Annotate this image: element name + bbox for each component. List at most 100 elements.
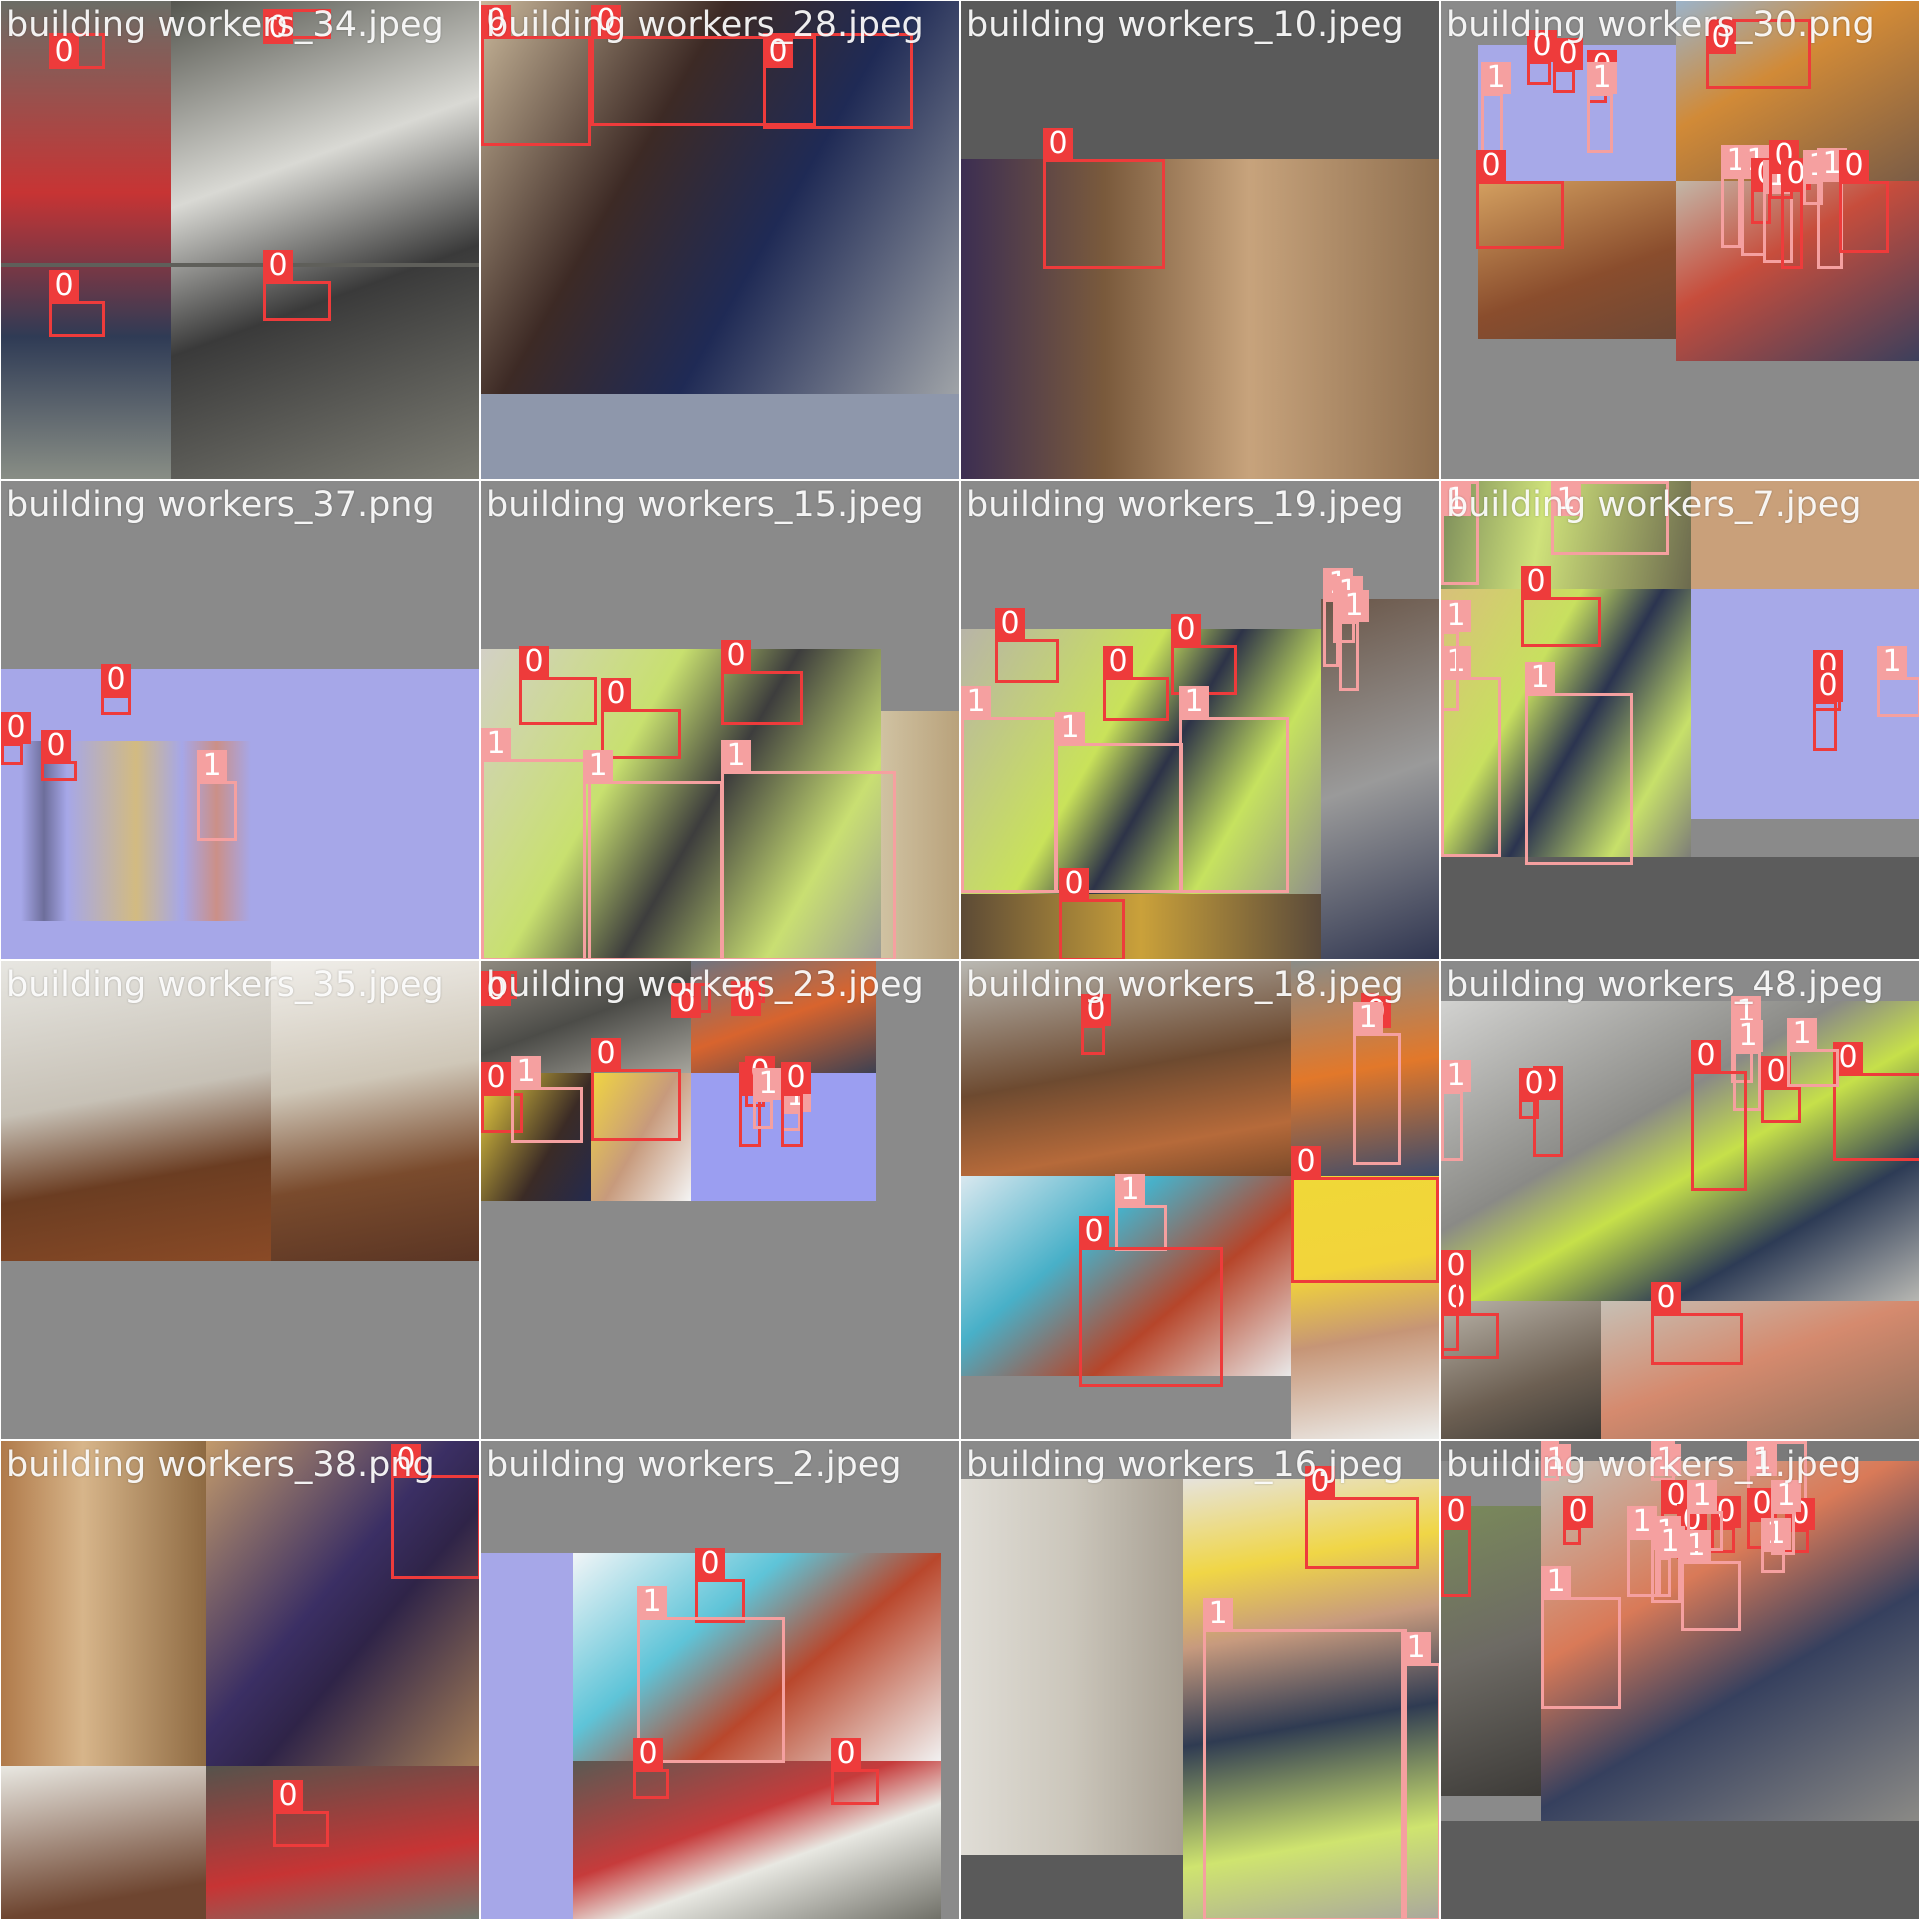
bbox-label: 0 <box>1291 1146 1321 1178</box>
bbox-class-0: 0 <box>41 730 77 781</box>
bbox-label: 1 <box>1525 662 1555 694</box>
bbox-class-0: 0 <box>763 33 913 129</box>
bbox-class-1: 1 <box>1541 1566 1621 1709</box>
tile-title: building workers_18.jpeg <box>966 965 1404 1005</box>
bbox-class-0: 0 <box>1521 566 1601 647</box>
photo-region <box>1 1441 206 1766</box>
photo-region <box>1441 857 1919 959</box>
bbox-class-0: 0 <box>721 640 803 725</box>
tile-title: building workers_23.jpeg <box>486 965 924 1005</box>
bbox-label: 0 <box>1079 1216 1109 1248</box>
bbox-class-0: 0 <box>1651 1282 1743 1365</box>
bbox-class-1: 1 <box>583 750 723 959</box>
bbox-class-0: 0 <box>831 1738 879 1805</box>
bbox-class-0: 0 <box>1441 1496 1471 1597</box>
tile: building workers_18.jpeg 001010 <box>960 960 1440 1440</box>
photo-region <box>481 1553 573 1919</box>
photo-region <box>573 1761 941 1919</box>
bbox-label: 1 <box>1655 1526 1685 1558</box>
photo-region <box>1 1261 479 1439</box>
tile-title: building workers_1.jpeg <box>1446 1445 1862 1485</box>
bbox-class-0: 0 <box>101 664 131 715</box>
tile: building workers_30.png 0001100110100110 <box>1440 0 1920 480</box>
tile: building workers_38.png 0 0 <box>0 1440 480 1920</box>
tile-title: building workers_34.jpeg <box>6 5 444 45</box>
bbox-label: 0 <box>1563 1496 1593 1528</box>
bbox-label: 0 <box>633 1738 663 1770</box>
bbox-class-0: 0 <box>1553 38 1583 93</box>
bbox-label: 1 <box>481 728 511 760</box>
tile-title: building workers_10.jpeg <box>966 5 1404 45</box>
bbox-label: 1 <box>1115 1174 1145 1206</box>
bbox-class-1: 1 <box>1339 590 1369 691</box>
bbox-label: 1 <box>1587 62 1617 94</box>
bbox-label: 0 <box>1059 868 1089 900</box>
tile: building workers_1.jpeg 1110011100010011… <box>1440 1440 1920 1920</box>
bbox-label: 0 <box>263 250 293 282</box>
tile: building workers_28.jpeg 000 <box>480 0 960 480</box>
tile: building workers_7.jpeg 110111001 <box>1440 480 1920 960</box>
bbox-class-0: 0 <box>781 1062 811 1147</box>
bbox-class-1: 1 <box>481 728 591 959</box>
photo-region <box>1441 1821 1919 1919</box>
photo-region <box>961 1855 1183 1919</box>
bbox-class-1: 1 <box>753 1068 783 1129</box>
photo-region <box>481 394 959 479</box>
bbox-label: 0 <box>995 608 1025 640</box>
bbox-label: 0 <box>519 646 549 678</box>
bbox-label: 0 <box>1171 614 1201 646</box>
tile-title: building workers_28.jpeg <box>486 5 924 45</box>
bbox-class-0: 0 <box>481 5 591 146</box>
bbox-label: 1 <box>583 750 613 782</box>
bbox-label: 0 <box>781 1062 811 1094</box>
photo-region <box>206 1766 479 1919</box>
bbox-class-0: 0 <box>1079 1216 1223 1387</box>
bbox-class-1: 1 <box>1771 1480 1801 1555</box>
bbox-label: 1 <box>1441 1060 1471 1092</box>
tile-title: building workers_19.jpeg <box>966 485 1404 525</box>
bbox-class-1: 1 <box>1401 1632 1439 1919</box>
tile: building workers_48.jpeg 110001001000 <box>1440 960 1920 1440</box>
bbox-class-1: 1 <box>1687 1480 1723 1551</box>
bbox-class-1: 1 <box>1655 1526 1685 1597</box>
bbox-label: 0 <box>1813 670 1843 702</box>
bbox-label: 0 <box>101 664 131 696</box>
bbox-label: 0 <box>1441 1496 1471 1528</box>
bbox-label: 0 <box>1103 646 1133 678</box>
bbox-label: 1 <box>1877 646 1907 678</box>
bbox-label: 1 <box>1787 1018 1817 1050</box>
bbox-label: 0 <box>1043 128 1073 160</box>
bbox-class-0: 0 <box>1813 670 1843 751</box>
bbox-class-1: 1 <box>1441 1060 1471 1161</box>
bbox-class-0: 0 <box>591 1038 681 1141</box>
bbox-label: 0 <box>1441 1250 1471 1282</box>
tile-title: building workers_48.jpeg <box>1446 965 1884 1005</box>
bbox-label: 1 <box>1339 590 1369 622</box>
bbox-label: 1 <box>1401 1632 1431 1664</box>
bbox-class-0: 0 <box>1563 1496 1593 1545</box>
bbox-label: 1 <box>1441 600 1471 632</box>
tile: building workers_15.jpeg 0 0 0 1 1 1 <box>480 480 960 960</box>
tile: building workers_2.jpeg 0100 <box>480 1440 960 1920</box>
bbox-class-0: 0 <box>263 250 331 321</box>
bbox-class-1: 1 <box>721 740 896 959</box>
bbox-class-1: 1 <box>1179 686 1289 893</box>
bbox-class-0: 0 <box>1781 158 1811 269</box>
photo-region <box>961 894 1321 959</box>
bbox-class-0: 0 <box>1691 1040 1747 1191</box>
bbox-label: 1 <box>1179 686 1209 718</box>
bbox-class-0: 0 <box>1527 30 1557 85</box>
bbox-label: 1 <box>1055 712 1085 744</box>
tile: building workers_35.jpeg <box>0 960 480 1440</box>
tile: building workers_10.jpeg 0 <box>960 0 1440 480</box>
bbox-class-1: 1 <box>511 1056 583 1143</box>
mosaic-grid: building workers_34.jpeg 0 0 0 0 building w… <box>0 0 1920 1920</box>
bbox-class-1: 1 <box>1115 1174 1167 1251</box>
tile: building workers_16.jpeg 0 1 1 <box>960 1440 1440 1920</box>
bbox-class-0: 0 <box>1103 646 1169 721</box>
bbox-label: 0 <box>1651 1282 1681 1314</box>
bbox-label: 1 <box>1481 62 1511 94</box>
tile-title: building workers_30.png <box>1446 5 1875 45</box>
bbox-class-1: 1 <box>1353 1002 1401 1165</box>
bbox-class-1: 1 <box>961 686 1057 893</box>
